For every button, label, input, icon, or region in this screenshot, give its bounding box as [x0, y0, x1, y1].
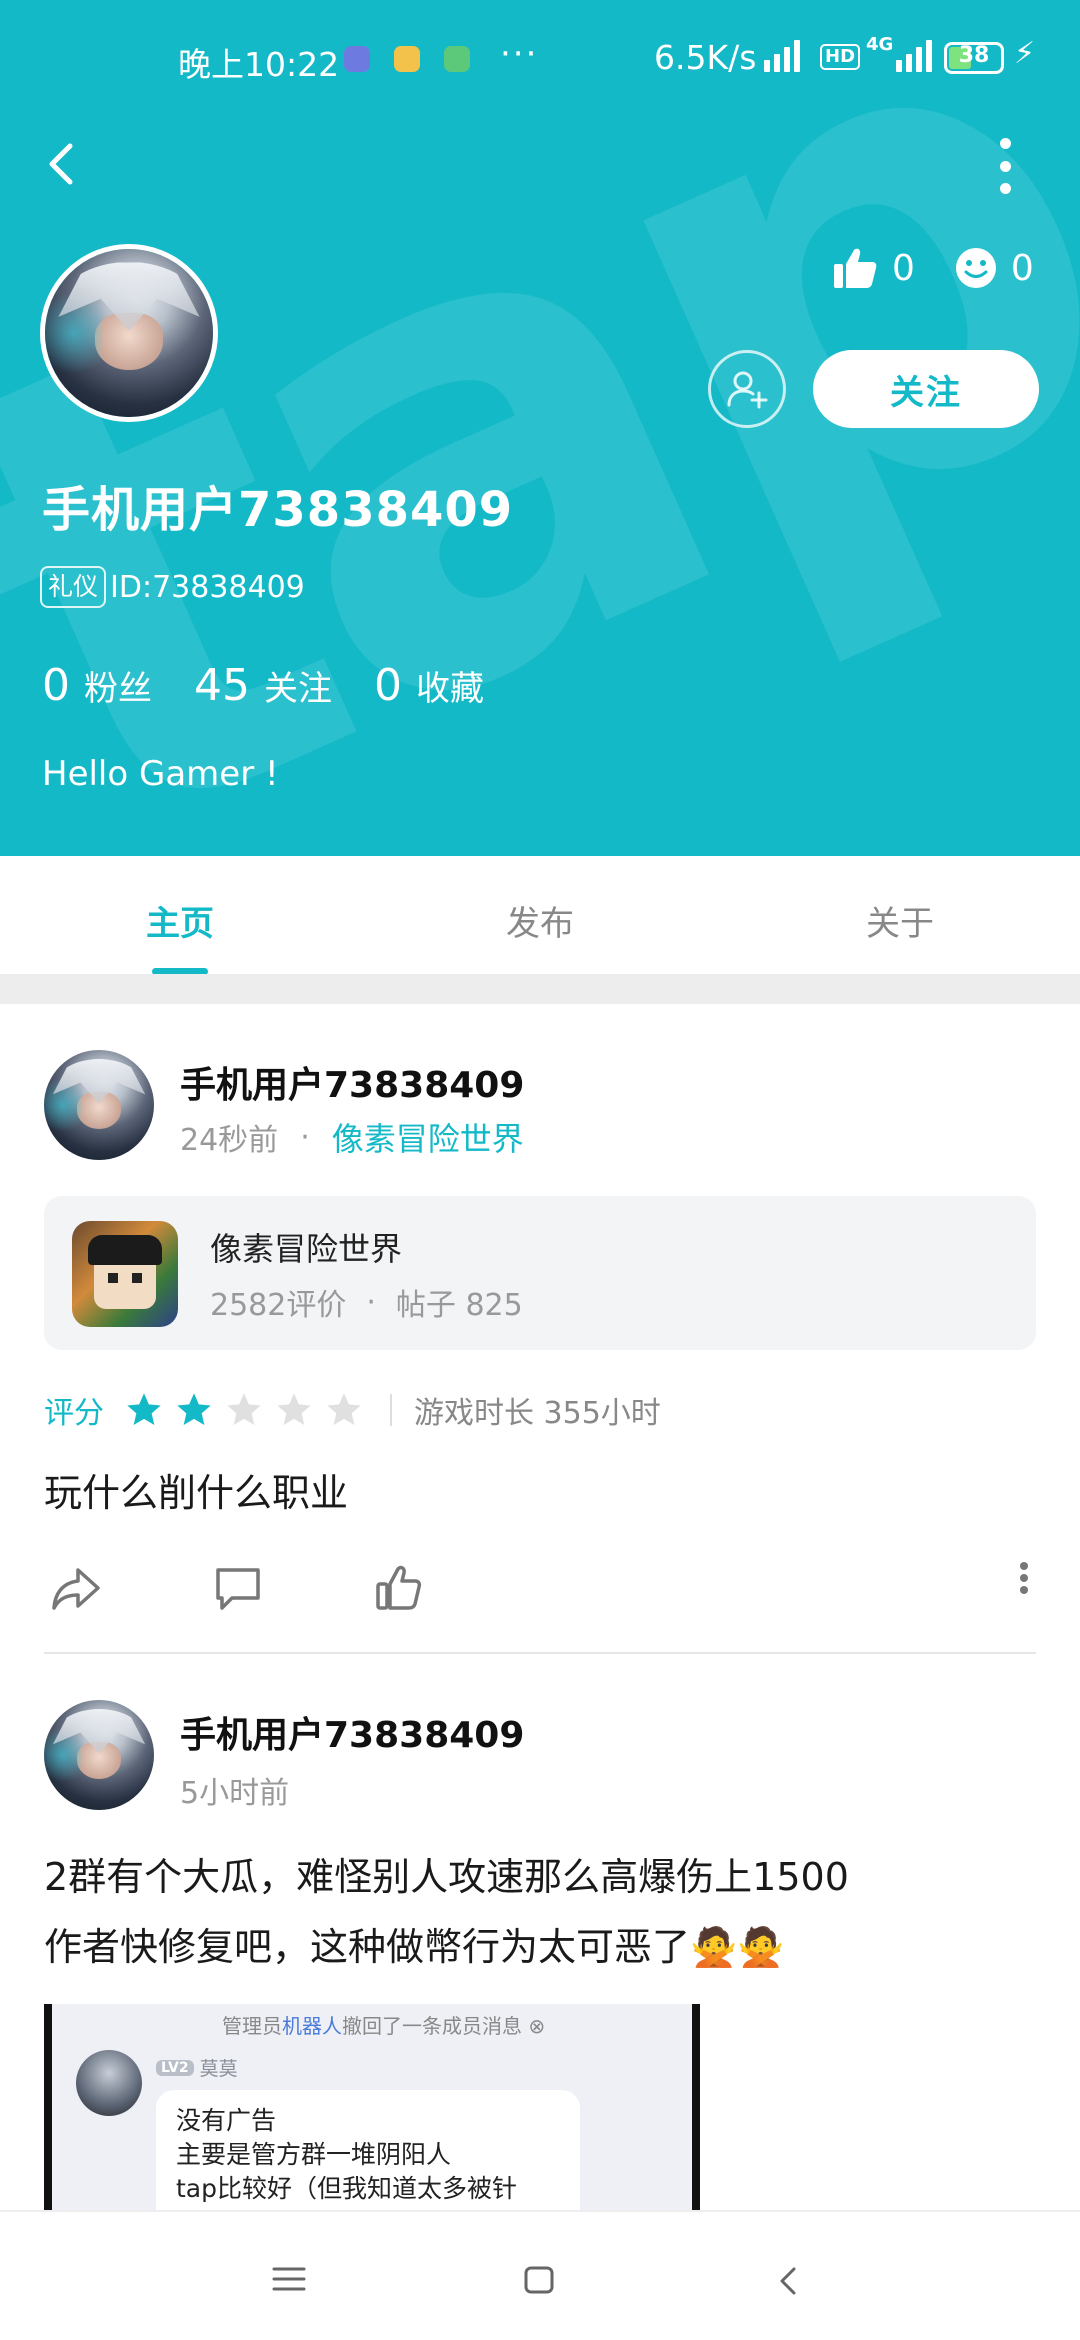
battery-level: 38	[958, 43, 990, 68]
profile-header: tap 晚上10:22 ··· 6.5K/s HD 4G 38 ⚡ 0 0 关注…	[0, 0, 1080, 856]
post-text: 玩什么削什么职业	[44, 1471, 349, 1515]
square-home-icon	[524, 2266, 554, 2294]
back-button[interactable]	[40, 134, 84, 194]
post-author-avatar[interactable]	[44, 1050, 154, 1160]
star-empty-icon	[327, 1393, 361, 1425]
post-time: 5小时前	[180, 1776, 290, 1811]
star-empty-icon	[227, 1393, 261, 1425]
post-author-name[interactable]: 手机用户73838409	[180, 1706, 524, 1758]
game-icon	[72, 1221, 178, 1327]
signal-icon-2	[896, 38, 932, 72]
nav-back-button[interactable]	[778, 2266, 798, 2300]
smile-icon	[955, 248, 996, 288]
charging-icon: ⚡	[1014, 36, 1036, 71]
tab-about[interactable]: 关于	[866, 896, 934, 945]
share-icon	[52, 1568, 100, 1610]
chat-bubble: 没有广告 主要是管方群一堆阴阳人 tap比较好（但我知道太多被针	[156, 2090, 580, 2230]
hd-icon: HD	[820, 44, 861, 70]
star-filled-icon	[177, 1393, 211, 1425]
profile-bio: Hello Gamer !	[42, 754, 279, 794]
post-more-button[interactable]	[1018, 1558, 1030, 1602]
status-more-dots: ···	[500, 34, 539, 74]
notification-icon-3	[444, 46, 470, 72]
star-filled-icon	[127, 1393, 161, 1425]
stat-followers[interactable]: 0 粉丝	[42, 660, 152, 711]
post-game-link[interactable]: 像素冒险世界	[332, 1114, 524, 1160]
profile-avatar[interactable]	[40, 244, 218, 422]
likes-count[interactable]: 0	[832, 246, 915, 290]
chevron-left-icon	[49, 143, 73, 185]
more-options-button[interactable]	[990, 138, 1020, 194]
network-type: 4G	[866, 34, 894, 55]
share-button[interactable]	[50, 1564, 102, 1616]
home-button[interactable]	[524, 2266, 554, 2298]
game-card[interactable]: 像素冒险世界 2582评价 · 帖子 825	[44, 1196, 1036, 1350]
tab-home[interactable]: 主页	[146, 896, 214, 945]
profile-stats: 0 粉丝 45 关注 0 收藏	[42, 660, 526, 711]
system-nav-bar	[0, 2210, 1080, 2340]
post-author-name[interactable]: 手机用户73838409	[180, 1056, 524, 1108]
net-speed: 6.5K/s	[654, 38, 757, 77]
rating-stars	[124, 1390, 374, 1430]
level-badge: LV2	[156, 2059, 194, 2076]
notification-icon-2	[394, 46, 420, 72]
reaction-counts: 0 0	[832, 246, 1034, 290]
comment-button[interactable]	[214, 1564, 262, 1616]
like-button[interactable]	[374, 1564, 422, 1616]
game-title: 像素冒险世界	[210, 1230, 403, 1268]
post-text: 2群有个大瓜，难怪别人攻速那么高爆伤上1500 作者快修复吧，这种做幣行为太可恶…	[44, 1842, 849, 1982]
game-stats: 2582评价 · 帖子 825	[210, 1284, 523, 1324]
status-time: 晚上10:22	[178, 45, 340, 84]
signal-icon-1	[764, 38, 800, 72]
playtime: 游戏时长 355小时	[414, 1396, 661, 1431]
post-image[interactable]: 管理员机器人撤回了一条成员消息 ⊗ LV2 莫莫 没有广告 主要是管方群一堆阴阳…	[44, 2004, 700, 2230]
post-text-line: 作者快修复吧，这种做幣行为太可恶了🙅🙅	[44, 1925, 785, 1969]
stat-following[interactable]: 45 关注	[194, 660, 332, 711]
notification-icon-1	[344, 46, 370, 72]
profile-tabs: 主页 发布 关于	[0, 856, 1080, 975]
post-time: 24秒前	[180, 1123, 279, 1158]
follow-button[interactable]: 关注	[813, 350, 1039, 428]
post-text-line: 2群有个大瓜，难怪别人攻速那么高爆伤上1500	[44, 1855, 849, 1899]
add-user-icon	[727, 371, 768, 409]
star-empty-icon	[277, 1393, 311, 1425]
status-bar: 晚上10:22 ··· 6.5K/s HD 4G 38 ⚡	[0, 0, 1080, 118]
rating-label: 评分	[44, 1396, 104, 1431]
more-vertical-icon	[999, 138, 1011, 149]
post-divider	[44, 1652, 1036, 1654]
etiquette-badge[interactable]: 礼仪	[40, 566, 107, 608]
user-id: ID:73838409	[110, 569, 305, 605]
add-friend-button[interactable]	[708, 350, 786, 428]
thumbs-up-icon	[834, 248, 877, 288]
post-author-avatar[interactable]	[44, 1700, 154, 1810]
tab-posts[interactable]: 发布	[506, 896, 574, 945]
rating-divider	[390, 1394, 392, 1426]
menu-icon	[272, 2267, 306, 2291]
profile-username: 手机用户73838409	[42, 482, 514, 538]
post-meta: 5小时前	[180, 1768, 289, 1812]
user-id-row: 礼仪 ID:73838409	[40, 566, 305, 608]
stat-favorites[interactable]: 0 收藏	[374, 660, 484, 711]
comment-icon	[216, 1568, 260, 1610]
recall-notice: 管理员机器人撤回了一条成员消息 ⊗	[222, 2014, 546, 2038]
chat-sender: LV2 莫莫	[156, 2054, 238, 2081]
smiles-count[interactable]: 0	[955, 247, 1034, 289]
chevron-left-icon	[780, 2267, 796, 2295]
more-vertical-icon	[1020, 1562, 1028, 1594]
rating-row: 评分 游戏时长 355小时	[44, 1388, 661, 1432]
chat-avatar	[76, 2050, 142, 2116]
section-separator	[0, 974, 1080, 1004]
tap-watermark: tap	[0, 0, 1080, 856]
menu-button[interactable]	[272, 2266, 306, 2296]
thumbs-up-icon	[376, 1565, 422, 1610]
battery-icon: 38	[944, 42, 1004, 74]
post-actions	[44, 1558, 1036, 1618]
post-meta: 24秒前 · 像素冒险世界	[180, 1114, 524, 1160]
